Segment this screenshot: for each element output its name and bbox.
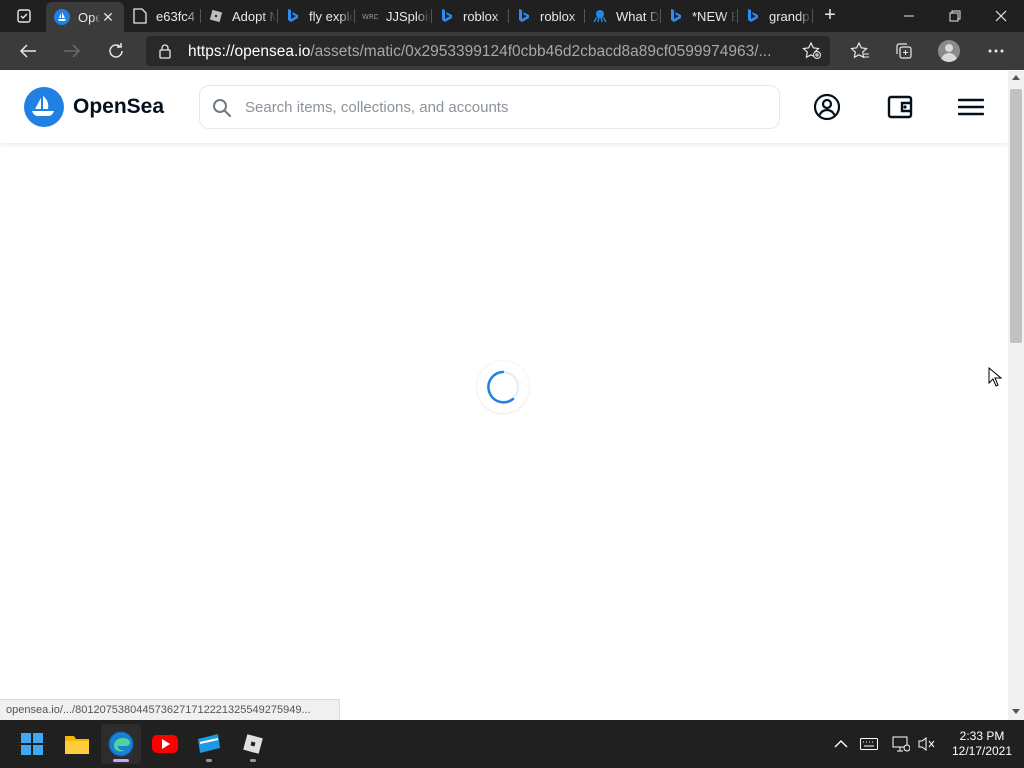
tab-title: JJSploit (386, 8, 430, 24)
bing-icon (745, 8, 761, 24)
opensea-header: OpenSea Search items, collections, and a… (0, 71, 1008, 143)
tab-title: What D (616, 8, 660, 24)
browser-toolbar: https://opensea.io/assets/matic/0x295339… (0, 32, 1024, 70)
svg-text:WRD: WRD (362, 13, 378, 21)
tab-opensea[interactable]: OpenSea ✕ (46, 2, 124, 32)
minimize-button[interactable] (886, 0, 932, 32)
page-icon (132, 8, 148, 24)
taskbar: 2:33 PM 12/17/2021 (0, 720, 1024, 768)
opensea-icon (54, 9, 70, 25)
bing-icon (285, 8, 301, 24)
tab-strip: OpenSea ✕ e63fc4 Adopt Me fly exploit (0, 0, 1024, 32)
close-icon[interactable]: ✕ (100, 9, 116, 26)
tab-adopt-me[interactable]: Adopt Me (200, 0, 276, 32)
tab-title: OpenSea (78, 9, 100, 25)
scroll-down-icon[interactable] (1012, 709, 1020, 714)
browser-window: OpenSea ✕ e63fc4 Adopt Me fly exploit (0, 0, 1024, 720)
tab-title: fly exploit (309, 8, 353, 24)
search-placeholder: Search items, collections, and accounts (245, 99, 509, 116)
menu-icon[interactable] (955, 91, 987, 123)
file-explorer-icon[interactable] (57, 724, 97, 764)
scroll-up-icon[interactable] (1012, 75, 1020, 80)
tab-grandp[interactable]: grandp (737, 0, 811, 32)
address-bar[interactable]: https://opensea.io/assets/matic/0x295339… (146, 36, 830, 66)
chevron-up-icon[interactable] (831, 734, 851, 754)
tab-new-e[interactable]: *NEW E (660, 0, 736, 32)
mouse-cursor-icon (988, 366, 1003, 392)
web-page: OpenSea Search items, collections, and a… (0, 71, 1008, 720)
tab-title: *NEW E (692, 8, 736, 24)
tab-separator (812, 9, 813, 23)
forward-button[interactable] (58, 37, 86, 65)
jjsploit-icon: WRD (362, 8, 378, 24)
search-icon (212, 98, 232, 123)
clock-time: 2:33 PM (959, 729, 1005, 743)
search-input[interactable]: Search items, collections, and accounts (199, 85, 780, 129)
refresh-button[interactable] (102, 37, 130, 65)
status-bar-url: opensea.io/.../8012075380445736271712221… (0, 699, 340, 720)
tab-title: roblox (540, 8, 576, 24)
running-indicator (206, 759, 212, 762)
tab-title: e63fc4 (156, 8, 196, 24)
tab-e63fc4[interactable]: e63fc4 (124, 0, 200, 32)
roblox-icon (208, 8, 224, 24)
loading-spinner-icon (477, 361, 529, 413)
back-button[interactable] (14, 37, 42, 65)
url-text[interactable]: https://opensea.io/assets/matic/0x295339… (188, 43, 788, 61)
network-icon[interactable] (891, 734, 911, 754)
opensea-brand[interactable]: OpenSea (73, 95, 164, 119)
new-tab-button[interactable]: + (818, 4, 842, 28)
tab-title: grandp (769, 8, 810, 24)
roblox-app-icon[interactable] (233, 724, 273, 764)
wallet-icon[interactable] (884, 91, 916, 123)
scrollbar-thumb[interactable] (1010, 89, 1022, 343)
profile-avatar[interactable] (938, 40, 960, 62)
keyboard-icon[interactable] (859, 734, 879, 754)
collections-icon[interactable] (891, 38, 917, 64)
clock-date: 12/17/2021 (951, 744, 1013, 758)
volume-muted-icon[interactable] (917, 734, 937, 754)
close-window-button[interactable] (978, 0, 1024, 32)
windows-start-icon[interactable] (12, 724, 52, 764)
lock-icon[interactable] (158, 43, 172, 64)
blue-app-icon[interactable] (189, 724, 229, 764)
favorites-icon[interactable] (847, 38, 873, 64)
restore-button[interactable] (932, 0, 978, 32)
url-host: https://opensea.io (188, 43, 311, 60)
tab-roblox-1[interactable]: roblox (431, 0, 507, 32)
vertical-scrollbar[interactable] (1008, 71, 1024, 720)
more-options-icon[interactable] (983, 38, 1009, 64)
bing-icon (439, 8, 455, 24)
active-indicator (113, 759, 129, 762)
account-icon[interactable] (811, 91, 843, 123)
add-favorite-icon[interactable] (802, 41, 822, 65)
tab-roblox-2[interactable]: roblox (508, 0, 584, 32)
edge-icon[interactable] (101, 724, 141, 764)
opensea-logo-icon[interactable] (24, 87, 64, 127)
tab-title: Adopt Me (232, 8, 276, 24)
tab-title: roblox (463, 8, 499, 24)
tab-fly-exploit[interactable]: fly exploit (277, 0, 353, 32)
bing-icon (516, 8, 532, 24)
bing-icon (668, 8, 684, 24)
system-clock[interactable]: 2:33 PM 12/17/2021 (940, 729, 1024, 759)
url-path: /assets/matic/0x2953399124f0cbb46d2cbacd… (310, 43, 772, 60)
octopus-icon (592, 8, 608, 24)
running-indicator (250, 759, 256, 762)
tab-what-d[interactable]: What D (584, 0, 660, 32)
tab-actions-icon[interactable] (6, 5, 42, 27)
tab-jjsploit[interactable]: WRD JJSploit (354, 0, 430, 32)
youtube-icon[interactable] (145, 724, 185, 764)
